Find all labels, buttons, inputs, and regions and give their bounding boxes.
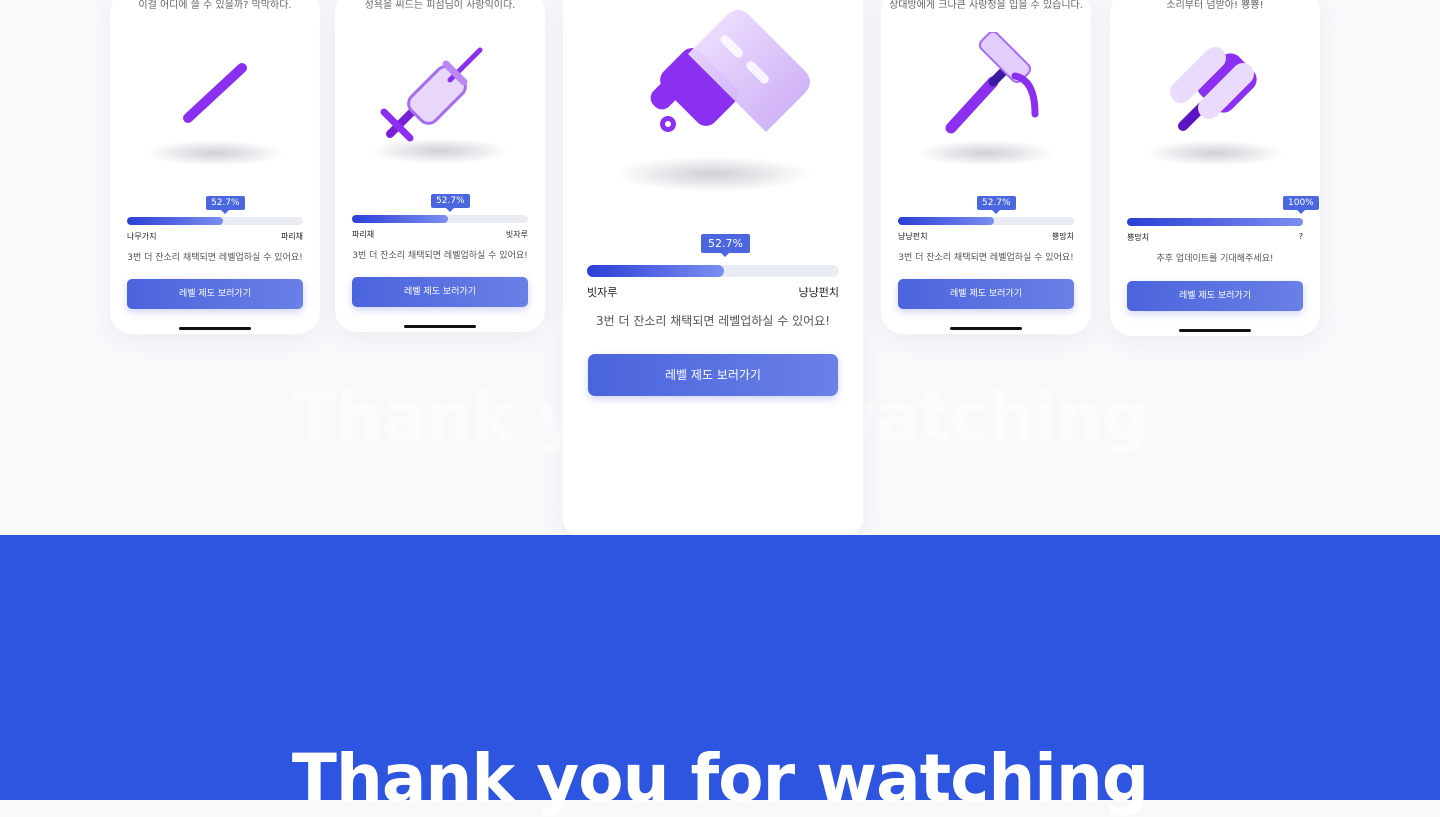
level-system-button[interactable]: 레벨 제도 보러가기 (1127, 281, 1303, 311)
levelup-message: 추후 업데이트를 기대해주세요! (1156, 254, 1274, 264)
next-level-label: 빗자루 (505, 230, 528, 239)
current-level-label: 나무가지 (127, 232, 157, 241)
level-progress-bar (127, 217, 303, 225)
stick-icon (180, 60, 260, 140)
next-level-label: 냥냥펀치 (798, 286, 839, 299)
home-indicator (179, 327, 251, 330)
phone-mockup-2: 성욕을 씨드는 피섬님이 사랑익이다. 52.7% 파리채 빗자루 3번 더 잔… (335, 0, 545, 332)
home-indicator (1179, 329, 1251, 332)
phone-mockup-3: 52.7% 빗자루 냥냥펀치 3번 더 잔소리 채택되면 레벨업하실 수 있어요… (563, 0, 863, 535)
levelup-message: 3번 더 잔소리 채택되면 레벨업하실 수 있어요! (595, 314, 831, 328)
icon-shadow (370, 138, 510, 164)
level-system-button[interactable]: 레벨 제도 보러가기 (127, 279, 303, 309)
levelup-message: 3번 더 잔소리 채택되면 레벨업하실 수 있어요! (898, 253, 1074, 263)
level-progress-bar (898, 217, 1074, 225)
level-progress-bar (352, 215, 528, 223)
home-indicator (404, 325, 476, 328)
progress-tooltip: 52.7% (701, 234, 750, 257)
next-level-label: 파리채 (280, 232, 303, 241)
home-indicator (950, 327, 1022, 330)
level-progress-bar (587, 265, 839, 277)
progress-tooltip: 52.7% (431, 194, 470, 212)
next-level-label: ? (1298, 232, 1303, 241)
mallet-icon (1165, 26, 1285, 146)
current-level-label: 빗자루 (587, 286, 618, 299)
icon-shadow (145, 140, 285, 166)
progress-tooltip: 52.7% (206, 196, 245, 214)
icon-shadow (916, 140, 1056, 166)
icon-shadow (613, 156, 813, 192)
levelup-message: 3번 더 잔소리 채택되면 레벨업하실 수 있어요! (352, 251, 528, 261)
icon-shadow (1145, 140, 1285, 166)
hammer-icon (937, 30, 1049, 144)
level-system-button[interactable]: 레벨 제도 보러가기 (352, 277, 528, 307)
phone-mockup-4: 상대방에게 크나큰 사랑정을 입을 수 있습니다. 52.7% 냥냥펀치 뿅망치… (881, 0, 1091, 334)
current-level-label: 뿅망치 (1127, 233, 1150, 242)
phone-mockup-1: 이걸 어디에 쓸 수 있을까? 막막하다. 52.7% 나무가지 파리채 3번 … (110, 0, 320, 334)
mockup-showcase-section: Thank you for watching 이걸 어디에 쓸 수 있을까? 막… (0, 0, 1440, 535)
phone-caption: 성욕을 씨드는 피섬님이 사랑익이다. (364, 0, 516, 11)
phone-caption: 이걸 어디에 쓸 수 있을까? 막막하다. (138, 0, 292, 11)
phone-mockup-5: 소리부터 넘받아! 뿅뿅! 100% 뿅망치 ? 추후 업데이트를 기대해주세요… (1110, 0, 1320, 336)
thank-you-heading: Thank you for watching (291, 740, 1149, 817)
progress-tooltip: 52.7% (977, 196, 1016, 214)
level-progress-bar (1127, 218, 1303, 226)
progress-tooltip: 100% (1283, 196, 1319, 214)
paint-scraper-icon (648, 6, 818, 166)
phone-caption: 상대방에게 크나큰 사랑정을 입을 수 있습니다. (889, 0, 1083, 11)
current-level-label: 냥냥펀치 (898, 232, 928, 241)
current-level-label: 파리채 (352, 230, 375, 239)
levelup-message: 3번 더 잔소리 채택되면 레벨업하실 수 있어요! (127, 253, 303, 263)
next-level-label: 뿅망치 (1051, 232, 1074, 241)
level-system-button[interactable]: 레벨 제도 보러가기 (588, 354, 838, 396)
level-system-button[interactable]: 레벨 제도 보러가기 (898, 279, 1074, 309)
phone-caption: 소리부터 넘받아! 뿅뿅! (1166, 0, 1264, 11)
